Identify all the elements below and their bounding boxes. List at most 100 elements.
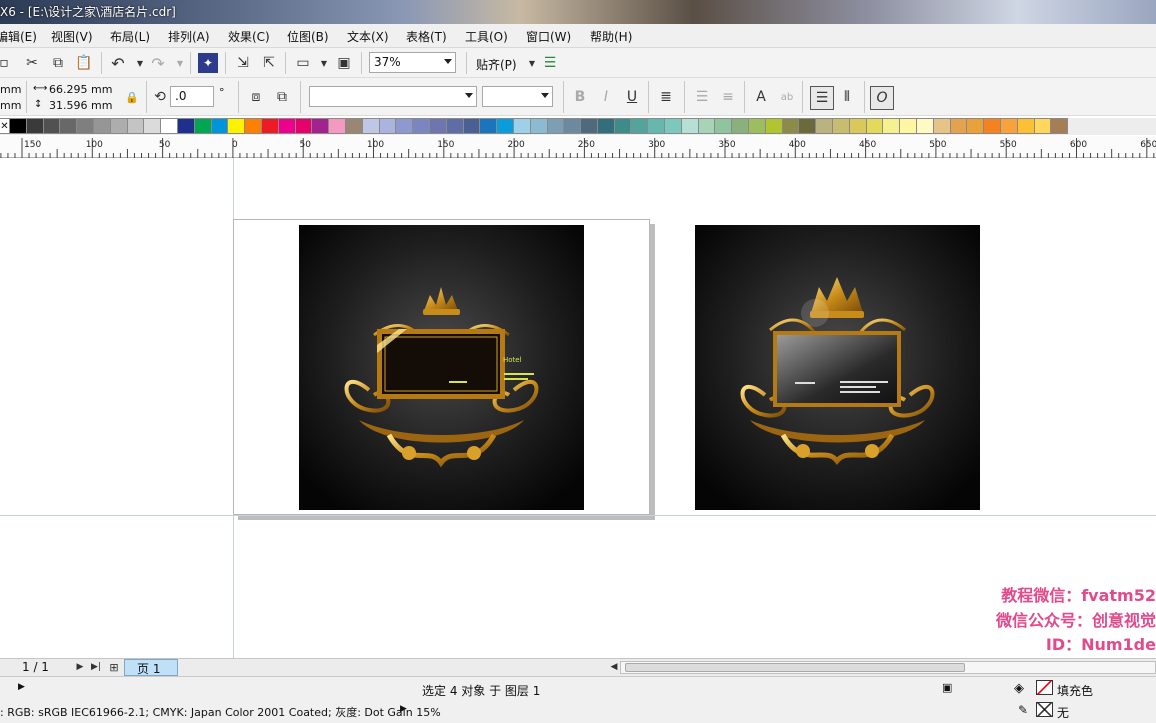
color-swatch[interactable] (883, 118, 901, 134)
horizontal-scrollbar[interactable] (620, 661, 1156, 674)
bullet-list-icon[interactable]: ☰ (692, 87, 712, 107)
character-format-icon[interactable]: A (751, 87, 771, 107)
menu-text[interactable]: 文本(X) (347, 28, 389, 45)
last-page-icon[interactable]: ▶| (86, 659, 106, 675)
horizontal-ruler[interactable]: 150 100 50 0 50 100 150 200 250 300 350 400 450 500 55… (0, 136, 1156, 158)
color-swatch[interactable] (681, 118, 699, 134)
color-swatch[interactable] (144, 118, 162, 134)
color-swatch[interactable] (1001, 118, 1018, 134)
color-swatch[interactable] (967, 118, 985, 134)
color-swatch[interactable] (110, 118, 128, 134)
snapshot-icon[interactable]: ▣ (942, 681, 952, 694)
color-swatch[interactable] (429, 118, 447, 134)
color-swatch[interactable] (1034, 118, 1052, 134)
snap-dropdown-icon[interactable]: ▼ (522, 53, 542, 73)
color-swatch[interactable] (665, 118, 682, 134)
color-swatch[interactable] (564, 118, 582, 134)
color-swatch[interactable] (245, 118, 262, 134)
menu-effects[interactable]: 效果(C) (228, 28, 270, 45)
edit-text-icon[interactable]: ab (777, 87, 797, 107)
redo-dropdown-icon[interactable]: ▼ (170, 53, 190, 73)
menu-arrange[interactable]: 排列(A) (168, 28, 210, 45)
snap-to-button[interactable]: 贴齐(P) (476, 56, 517, 73)
mirror-horizontal-icon[interactable]: ⧈ (246, 87, 266, 107)
color-swatch[interactable] (698, 118, 716, 134)
color-swatch[interactable] (631, 118, 649, 134)
business-card-back[interactable] (695, 225, 980, 510)
menu-view[interactable]: 视图(V) (51, 28, 93, 45)
color-swatch[interactable] (161, 118, 178, 134)
color-swatch[interactable] (917, 118, 934, 134)
color-swatch[interactable] (127, 118, 145, 134)
menu-tools[interactable]: 工具(O) (465, 28, 508, 45)
color-swatch[interactable] (278, 118, 296, 134)
color-swatch[interactable] (77, 118, 94, 134)
color-swatch[interactable] (782, 118, 800, 134)
color-swatch[interactable] (60, 118, 78, 134)
interactive-opentype-icon[interactable]: O (870, 86, 894, 110)
tab-page-1[interactable]: 页 1 (124, 659, 178, 676)
color-swatch[interactable] (211, 118, 229, 134)
add-page-icon[interactable]: ⊞ (104, 659, 124, 675)
open-icon[interactable]: ▫ (0, 53, 14, 73)
color-swatch[interactable] (379, 118, 397, 134)
menu-table[interactable]: 表格(T) (406, 28, 447, 45)
import-icon[interactable]: ⇲ (233, 53, 253, 73)
mirror-vertical-icon[interactable]: ⧉ (272, 87, 292, 107)
application-launcher-icon[interactable]: ▭ (293, 53, 313, 73)
welcome-screen-icon[interactable]: ▣ (334, 53, 354, 73)
text-align-icon[interactable]: ≣ (656, 87, 676, 107)
color-swatch[interactable] (10, 118, 27, 134)
color-swatch[interactable] (933, 118, 951, 134)
font-family-select[interactable] (309, 86, 477, 107)
search-content-icon[interactable]: ✦ (198, 53, 218, 73)
export-icon[interactable]: ⇱ (259, 53, 279, 73)
color-swatch[interactable] (547, 118, 565, 134)
color-swatch[interactable] (950, 118, 968, 134)
color-swatch[interactable] (446, 118, 464, 134)
color-swatch[interactable] (177, 118, 195, 134)
object-height-input[interactable]: 31.596 mm (49, 99, 112, 112)
color-swatch[interactable] (329, 118, 346, 134)
color-swatch[interactable] (463, 118, 481, 134)
color-swatch[interactable] (866, 118, 884, 134)
menu-edit[interactable]: 编辑(E) (0, 28, 37, 45)
cut-icon[interactable]: ✂ (22, 53, 42, 73)
undo-dropdown-icon[interactable]: ▼ (130, 53, 150, 73)
outline-swatch[interactable] (1036, 702, 1053, 717)
color-swatch[interactable] (396, 118, 414, 134)
color-profile-info[interactable]: : RGB: sRGB IEC61966-2.1; CMYK: Japan Co… (0, 704, 441, 720)
color-swatch[interactable] (581, 118, 598, 134)
undo-icon[interactable]: ↶ (108, 53, 128, 73)
redo-icon[interactable]: ↷ (148, 53, 168, 73)
color-swatch[interactable] (26, 118, 44, 134)
underline-icon[interactable]: U (622, 87, 642, 107)
color-swatch[interactable] (480, 118, 498, 134)
expand-arrow-icon[interactable]: ▶ (18, 682, 25, 692)
business-card-front[interactable]: Hotel (299, 225, 584, 510)
color-swatch[interactable] (799, 118, 817, 134)
object-width-input[interactable]: 66.295 mm (49, 83, 112, 96)
copy-icon[interactable]: ⧉ (48, 53, 68, 73)
color-swatch[interactable] (765, 118, 783, 134)
scrollbar-thumb[interactable] (625, 663, 965, 672)
color-swatch[interactable] (849, 118, 867, 134)
color-swatch[interactable] (362, 118, 380, 134)
zoom-level-select[interactable]: 37% (369, 52, 456, 73)
fill-swatch[interactable] (1036, 680, 1053, 695)
color-swatch[interactable] (312, 118, 330, 134)
font-size-select[interactable] (482, 86, 553, 107)
color-swatch[interactable] (749, 118, 766, 134)
color-swatch[interactable] (984, 118, 1002, 134)
color-swatch[interactable] (497, 118, 514, 134)
color-swatch[interactable] (43, 118, 61, 134)
color-swatch[interactable] (715, 118, 733, 134)
launcher-dropdown-icon[interactable]: ▼ (314, 53, 334, 73)
color-swatch[interactable] (228, 118, 246, 134)
menu-layout[interactable]: 布局(L) (110, 28, 150, 45)
color-swatch[interactable] (93, 118, 111, 134)
color-swatch[interactable] (295, 118, 313, 134)
color-swatch[interactable] (513, 118, 531, 134)
menu-window[interactable]: 窗口(W) (526, 28, 571, 45)
color-swatch[interactable] (614, 118, 632, 134)
